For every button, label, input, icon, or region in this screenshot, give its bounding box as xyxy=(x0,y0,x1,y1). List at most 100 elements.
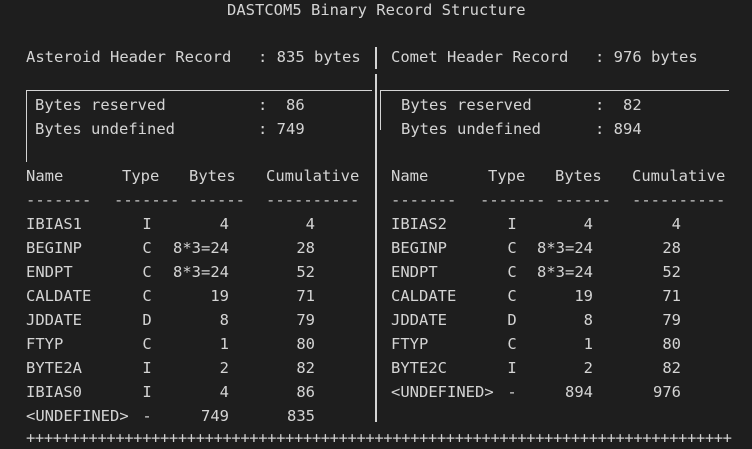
asteroid-cell-bytes: 2 xyxy=(219,359,229,377)
comet-header-label: Comet Header Record xyxy=(391,48,569,66)
comet-cell-type: C xyxy=(507,287,517,305)
asteroid-cell-name: <UNDEFINED> xyxy=(26,407,129,425)
comet-cell-name: ENDPT xyxy=(391,263,438,281)
comet-cell-bytes: 1 xyxy=(583,335,593,353)
asteroid-cell-bytes: 749 xyxy=(201,407,229,425)
asteroid-cell-name: BEGINP xyxy=(26,239,82,257)
comet-cell-cum: 976 xyxy=(653,383,681,401)
col-type-header: Type xyxy=(488,167,526,185)
divider xyxy=(375,74,377,94)
comet-cell-name: IBIAS2 xyxy=(391,215,447,233)
comet-cell-type: C xyxy=(507,239,517,257)
asteroid-cell-name: IBIAS0 xyxy=(26,383,82,401)
comet-cell-type: C xyxy=(507,263,517,281)
col-cum-dash: ---------- xyxy=(632,191,726,209)
comet-cell-type: C xyxy=(507,335,517,353)
comet-undefined-label: Bytes undefined xyxy=(401,120,541,138)
asteroid-reserved-value: : 86 xyxy=(258,96,305,114)
asteroid-cell-name: FTYP xyxy=(26,335,64,353)
asteroid-undefined-value: : 749 xyxy=(258,120,305,138)
divider xyxy=(375,47,377,69)
comet-cell-name: <UNDEFINED> xyxy=(391,383,494,401)
comet-cell-type: I xyxy=(507,359,517,377)
asteroid-undefined-label: Bytes undefined xyxy=(35,120,175,138)
asteroid-cell-name: BYTE2A xyxy=(26,359,82,377)
asteroid-cell-bytes: 1 xyxy=(219,335,229,353)
asteroid-reserved-label: Bytes reserved xyxy=(35,96,166,114)
asteroid-cell-type: C xyxy=(142,263,152,281)
col-type-dash: ------- xyxy=(114,191,180,209)
asteroid-cell-bytes: 4 xyxy=(219,215,229,233)
col-name-dash: ------- xyxy=(391,191,457,209)
asteroid-cell-cum: 79 xyxy=(296,311,315,329)
comet-cell-cum: 28 xyxy=(662,239,681,257)
comet-undefined-value: : 894 xyxy=(595,120,642,138)
comet-cell-bytes: 19 xyxy=(574,287,593,305)
comet-reserved-value: : 82 xyxy=(595,96,642,114)
asteroid-cell-type: C xyxy=(142,287,152,305)
comet-cell-type: I xyxy=(507,215,517,233)
asteroid-cell-bytes: 19 xyxy=(210,287,229,305)
asteroid-cell-bytes: 8 xyxy=(219,311,229,329)
col-bytes-dash: ------ xyxy=(189,191,245,209)
comet-cell-cum: 4 xyxy=(671,215,681,233)
asteroid-cell-cum: 4 xyxy=(305,215,315,233)
comet-cell-bytes: 8 xyxy=(583,311,593,329)
comet-cell-bytes: 8*3=24 xyxy=(537,239,593,257)
col-type-header: Type xyxy=(122,167,160,185)
asteroid-cell-name: CALDATE xyxy=(26,287,92,305)
asteroid-box-edge xyxy=(26,90,27,162)
asteroid-header-rule xyxy=(26,90,372,91)
asteroid-cell-cum: 82 xyxy=(296,359,315,377)
asteroid-cell-type: I xyxy=(142,215,152,233)
comet-box-edge xyxy=(380,90,381,130)
asteroid-cell-cum: 52 xyxy=(296,263,315,281)
comet-cell-cum: 82 xyxy=(662,359,681,377)
asteroid-cell-name: JDDATE xyxy=(26,311,82,329)
col-bytes-dash: ------ xyxy=(555,191,611,209)
comet-cell-bytes: 4 xyxy=(583,215,593,233)
comet-cell-name: CALDATE xyxy=(391,287,457,305)
col-bytes-header: Bytes xyxy=(189,167,236,185)
comet-header-bytes: : 976 bytes xyxy=(595,48,698,66)
asteroid-header-label: Asteroid Header Record xyxy=(26,48,232,66)
asteroid-cell-cum: 80 xyxy=(296,335,315,353)
comet-cell-type: - xyxy=(507,383,517,401)
asteroid-cell-bytes: 8*3=24 xyxy=(173,263,229,281)
comet-cell-type: D xyxy=(507,311,517,329)
comet-cell-bytes: 2 xyxy=(583,359,593,377)
asteroid-cell-cum: 71 xyxy=(296,287,315,305)
footer-plus-rule: ++++++++++++++++++++++++++++++++++++++++… xyxy=(26,429,732,447)
comet-cell-cum: 71 xyxy=(662,287,681,305)
comet-reserved-label: Bytes reserved xyxy=(401,96,532,114)
comet-cell-name: FTYP xyxy=(391,335,429,353)
asteroid-cell-type: D xyxy=(142,311,152,329)
col-cum-header: Cumulative xyxy=(632,167,726,185)
col-type-dash: ------- xyxy=(480,191,546,209)
col-bytes-header: Bytes xyxy=(555,167,602,185)
asteroid-cell-cum: 28 xyxy=(296,239,315,257)
asteroid-cell-bytes: 8*3=24 xyxy=(173,239,229,257)
divider xyxy=(375,94,377,164)
asteroid-cell-cum: 86 xyxy=(296,383,315,401)
comet-header-rule xyxy=(380,90,729,91)
asteroid-cell-type: - xyxy=(142,407,152,425)
col-name-dash: ------- xyxy=(26,191,92,209)
comet-cell-bytes: 894 xyxy=(565,383,593,401)
asteroid-cell-name: IBIAS1 xyxy=(26,215,82,233)
asteroid-cell-name: ENDPT xyxy=(26,263,73,281)
col-name-header: Name xyxy=(391,167,429,185)
comet-cell-name: BYTE2C xyxy=(391,359,447,377)
asteroid-header-bytes: : 835 bytes xyxy=(258,48,361,66)
comet-cell-cum: 79 xyxy=(662,311,681,329)
page-title: DASTCOM5 Binary Record Structure xyxy=(227,1,526,19)
asteroid-cell-cum: 835 xyxy=(287,407,315,425)
asteroid-cell-bytes: 4 xyxy=(219,383,229,401)
col-cum-header: Cumulative xyxy=(266,167,360,185)
comet-cell-cum: 80 xyxy=(662,335,681,353)
col-name-header: Name xyxy=(26,167,64,185)
divider xyxy=(375,164,377,422)
asteroid-cell-type: C xyxy=(142,335,152,353)
col-cum-dash: ---------- xyxy=(266,191,360,209)
asteroid-cell-type: I xyxy=(142,359,152,377)
